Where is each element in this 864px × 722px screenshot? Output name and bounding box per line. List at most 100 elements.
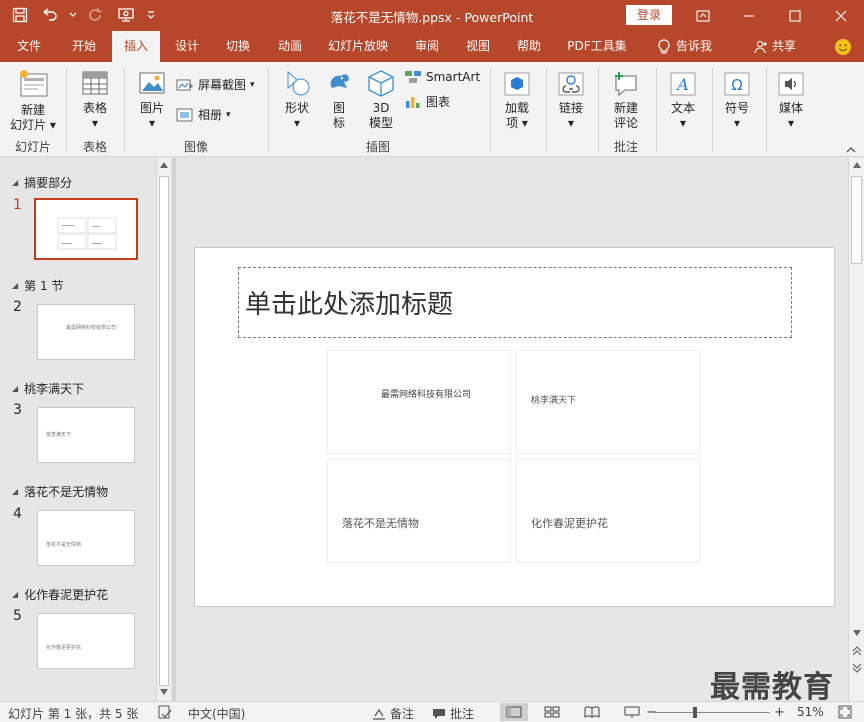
tab-review[interactable]: 审阅 — [406, 31, 448, 62]
slide-thumbnail-1[interactable] — [34, 198, 138, 260]
ribbon-insert: 新建 幻灯片 ▾ 幻灯片 表格 ▾ 表格 图片 ▾ 屏幕截图 ▾ 相册 ▾ 图像… — [0, 62, 864, 157]
group-separator — [656, 68, 657, 152]
collapse-section-icon[interactable]: ◢ — [12, 281, 18, 290]
section-header[interactable]: ◢ 桃李满天下 — [12, 380, 84, 397]
picture-icon — [139, 72, 165, 94]
customize-qat-icon[interactable] — [144, 5, 158, 25]
next-slide-icon[interactable] — [852, 663, 862, 673]
tab-insert[interactable]: 插入 — [112, 31, 160, 62]
section-header[interactable]: ◢ 落花不是无情物 — [12, 483, 108, 500]
new-slide-label-1: 新建 — [20, 103, 45, 117]
scrollbar-thumb[interactable] — [851, 176, 862, 264]
chart-button[interactable]: 图表 — [404, 93, 450, 110]
group-label-images: 图像 — [183, 140, 208, 154]
content-cell[interactable]: 最需网络科技有限公司 — [327, 350, 511, 454]
zoom-slider[interactable] — [654, 712, 770, 713]
3d-models-button[interactable]: 3D 模型 — [362, 68, 400, 131]
shapes-dropdown-icon: ▾ — [293, 116, 301, 130]
photo-album-button[interactable]: 相册 ▾ — [176, 106, 231, 123]
group-label-comments: 批注 — [613, 140, 638, 154]
thumbnail-text: 落花不是无情物 — [46, 542, 82, 548]
tab-transitions[interactable]: 切换 — [216, 31, 260, 62]
tab-slideshow[interactable]: 幻灯片放映 — [320, 31, 396, 62]
close-icon[interactable] — [818, 0, 864, 31]
smartart-button[interactable]: SmartArt — [404, 70, 480, 84]
maximize-icon[interactable] — [772, 0, 818, 31]
section-header[interactable]: ◢ 化作春泥更护花 — [12, 586, 108, 603]
new-slide-button[interactable]: 新建 幻灯片 ▾ — [8, 68, 58, 133]
tab-view[interactable]: 视图 — [456, 31, 500, 62]
save-icon[interactable] — [8, 5, 32, 25]
login-button[interactable]: 登录 — [626, 5, 672, 25]
collapse-ribbon-icon[interactable] — [846, 142, 856, 156]
symbols-button[interactable]: Ω 符号 ▾ — [718, 68, 756, 131]
status-bar: 幻灯片 第 1 张，共 5 张 中文(中国) 备注 批注 − + 51% — [0, 701, 864, 722]
scroll-down-icon[interactable] — [160, 689, 168, 695]
ribbon-display-options-icon[interactable] — [680, 0, 726, 31]
undo-dropdown-icon[interactable] — [68, 5, 78, 25]
content-cell[interactable]: 桃李满天下 — [516, 350, 700, 454]
link-button[interactable]: 链接 ▾ — [552, 68, 590, 131]
tab-home[interactable]: 开始 — [62, 31, 106, 62]
normal-view-icon[interactable] — [500, 703, 528, 721]
reading-view-icon[interactable] — [578, 703, 606, 721]
zoom-slider-thumb[interactable] — [693, 707, 697, 718]
table-button[interactable]: 表格 ▾ — [74, 68, 116, 131]
scroll-down-icon[interactable] — [853, 630, 861, 636]
scroll-up-icon[interactable] — [853, 162, 861, 168]
table-icon — [82, 71, 108, 95]
tab-help[interactable]: 帮助 — [508, 31, 550, 62]
collapse-section-icon[interactable]: ◢ — [12, 487, 18, 496]
feedback-smiley-icon[interactable] — [830, 31, 856, 62]
tell-me-search[interactable]: 告诉我 — [650, 31, 720, 62]
minimize-icon[interactable] — [726, 0, 772, 31]
content-cell[interactable]: 落花不是无情物 — [327, 459, 511, 563]
notes-button[interactable]: 备注 — [372, 705, 414, 722]
present-from-beginning-icon[interactable] — [114, 5, 138, 25]
section-header[interactable]: ◢ 第 1 节 — [12, 277, 63, 294]
title-placeholder[interactable]: 单击此处添加标题 — [238, 267, 792, 338]
tab-design[interactable]: 设计 — [166, 31, 208, 62]
section-name: 桃李满天下 — [24, 382, 85, 396]
slide-thumbnail-3[interactable]: 桃李满天下 — [37, 407, 135, 463]
editing-scrollbar[interactable] — [848, 158, 864, 701]
slideshow-view-icon[interactable] — [618, 703, 646, 721]
slide-thumbnail-4[interactable]: 落花不是无情物 — [37, 510, 135, 566]
section-header[interactable]: ◢ 摘要部分 — [12, 174, 72, 191]
collapse-section-icon[interactable]: ◢ — [12, 178, 18, 187]
text-button[interactable]: A 文本 ▾ — [664, 68, 702, 131]
collapse-section-icon[interactable]: ◢ — [12, 384, 18, 393]
thumbnail-scrollbar[interactable] — [156, 158, 171, 701]
group-separator — [766, 68, 767, 152]
slide-thumbnail-2[interactable]: 最需网络科技有限公司 — [37, 304, 135, 360]
picture-button[interactable]: 图片 ▾ — [132, 68, 172, 131]
add-ins-button[interactable]: 加载 项 ▾ — [498, 68, 536, 131]
content-cell[interactable]: 化作春泥更护花 — [516, 459, 700, 563]
scroll-up-icon[interactable] — [160, 162, 168, 168]
new-comment-button[interactable]: 新建 评论 — [604, 68, 648, 131]
slide-count-status: 幻灯片 第 1 张，共 5 张 — [8, 707, 139, 721]
scrollbar-thumb[interactable] — [159, 176, 169, 686]
collapse-section-icon[interactable]: ◢ — [12, 590, 18, 599]
screenshot-label: 屏幕截图 — [198, 78, 247, 92]
previous-slide-icon[interactable] — [852, 646, 862, 656]
shapes-icon — [287, 70, 310, 96]
icons-button[interactable]: 图 标 — [322, 68, 356, 131]
spelling-check-icon[interactable] — [158, 705, 172, 719]
share-button[interactable]: 共享 — [748, 31, 802, 62]
shapes-button[interactable]: 形状 ▾ — [278, 68, 316, 131]
fit-slide-icon[interactable] — [838, 705, 852, 719]
undo-icon[interactable] — [38, 5, 62, 25]
media-button[interactable]: 媒体 ▾ — [772, 68, 810, 131]
slide-thumbnail-5[interactable]: 化作春泥更护花 — [37, 613, 135, 669]
tab-animations[interactable]: 动画 — [268, 31, 312, 62]
zoom-in-button[interactable]: + — [774, 705, 785, 720]
zoom-level[interactable]: 51% — [797, 705, 824, 719]
comments-button[interactable]: 批注 — [432, 705, 474, 722]
redo-icon[interactable] — [84, 5, 108, 25]
language-status[interactable]: 中文(中国) — [188, 705, 245, 722]
tab-file[interactable]: 文件 — [8, 31, 50, 62]
slide-sorter-icon[interactable] — [538, 703, 566, 721]
screenshot-button[interactable]: 屏幕截图 ▾ — [176, 76, 255, 93]
tab-pdf-tools[interactable]: PDF工具集 — [560, 31, 634, 62]
